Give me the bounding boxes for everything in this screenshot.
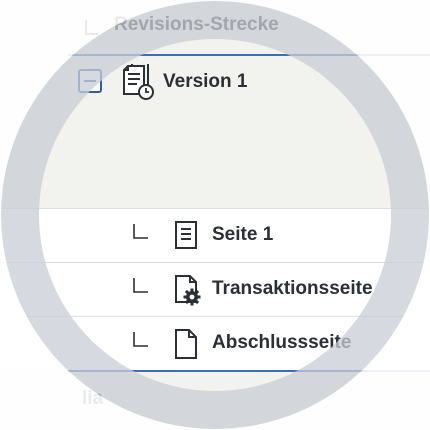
tree-branch-icon (133, 278, 148, 293)
tree-item-transaktionsseite[interactable]: Transaktionsseite (0, 264, 430, 316)
tree-item-label: Seite 1 (212, 224, 274, 245)
tree-item-version-1[interactable]: Version 1 (163, 71, 248, 93)
tree-item-label: Transaktionsseite (212, 278, 373, 299)
tree-item-abschlussseite[interactable]: Abschlussseite (0, 318, 430, 370)
page-text-icon (175, 221, 197, 249)
tree-item-seite-1[interactable]: Seite 1 (0, 210, 430, 262)
section-divider (68, 370, 430, 372)
tree-item-next[interactable]: lia (82, 388, 103, 410)
tree-view-magnified: Revisions-Strecke Version 1 Seite 1 Tran… (0, 0, 430, 430)
tree-branch-icon (133, 224, 148, 239)
tree-branch-icon (133, 332, 148, 347)
row-divider (0, 316, 430, 317)
tree-item-label: Abschlussseite (212, 332, 352, 353)
minus-icon (84, 80, 96, 82)
tree-item-revisions-strecke[interactable]: Revisions-Strecke (114, 14, 279, 36)
tree-branch-icon (85, 20, 98, 35)
section-divider (68, 54, 430, 56)
tree-panel: Revisions-Strecke Version 1 Seite 1 Tran… (0, 0, 430, 430)
page-blank-icon (175, 329, 197, 359)
document-history-icon (123, 64, 154, 100)
row-divider (0, 208, 430, 209)
collapse-toggle-button[interactable] (78, 69, 102, 93)
page-gear-icon (175, 275, 201, 306)
row-divider (0, 262, 430, 263)
